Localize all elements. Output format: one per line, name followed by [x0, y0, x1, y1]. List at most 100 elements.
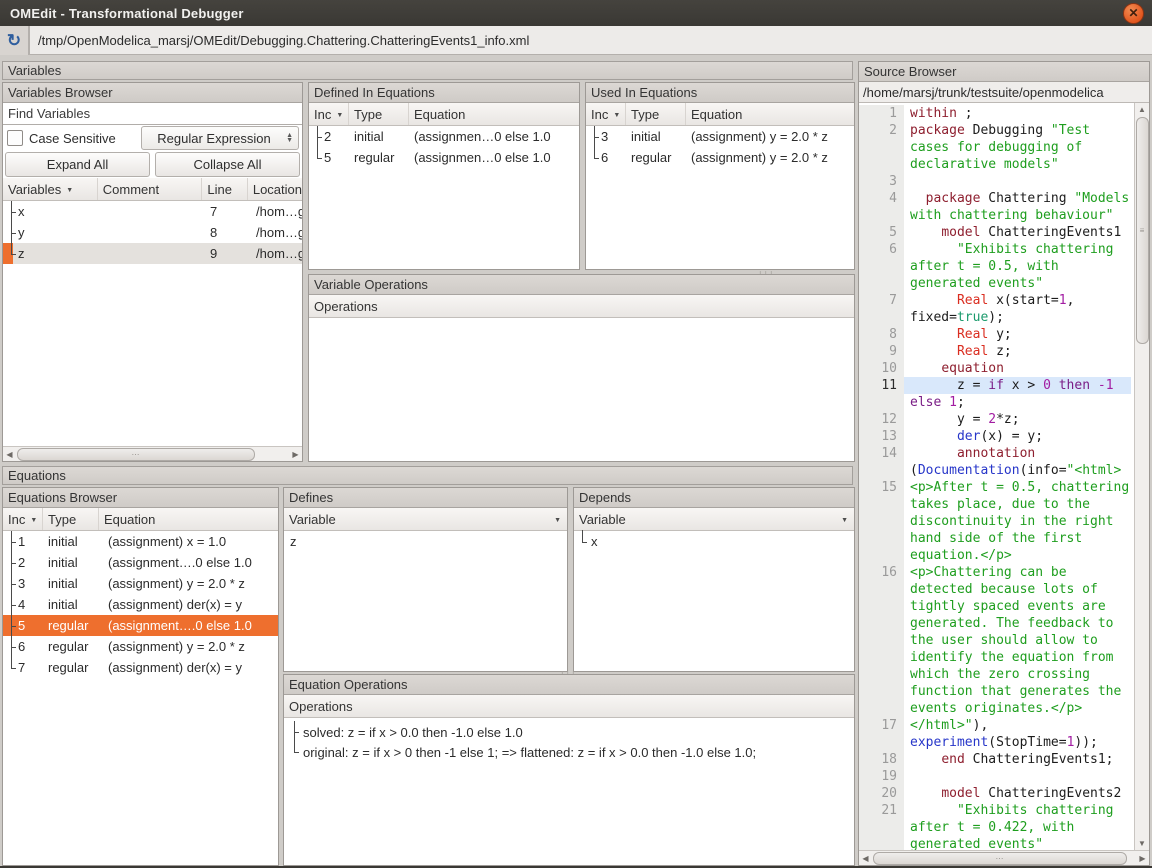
- code-token: );: [988, 310, 1004, 325]
- depends-row[interactable]: x: [574, 531, 854, 552]
- type-cell: initial: [43, 531, 103, 552]
- code-token: 2: [988, 412, 996, 427]
- source-line[interactable]: 4 package Chattering "Models with chatte…: [859, 190, 1134, 224]
- code-token: [910, 293, 957, 308]
- source-line[interactable]: 10 equation: [859, 360, 1134, 377]
- source-line[interactable]: 3: [859, 173, 1134, 190]
- info-xml-path-field[interactable]: /tmp/OpenModelica_marsj/OMEdit/Debugging…: [29, 26, 1152, 55]
- source-line[interactable]: 15<p>After t = 0.5, chattering takes pla…: [859, 479, 1134, 564]
- code-token: [910, 429, 957, 444]
- close-icon: ✕: [1128, 7, 1138, 19]
- source-line[interactable]: 14 annotation (Documentation(info="<html…: [859, 445, 1134, 479]
- scroll-down-icon[interactable]: ▼: [1135, 837, 1149, 850]
- source-line[interactable]: 11 z = if x > 0 then -1: [859, 377, 1134, 394]
- equations-table-header[interactable]: Inc▼ Type Equation: [3, 508, 278, 531]
- equation-operations-header[interactable]: Operations: [284, 695, 854, 718]
- scrollbar-thumb[interactable]: ⋯: [873, 852, 1127, 865]
- variable-location-cell: /hom…g.: [251, 243, 302, 264]
- tree-connector-icon: [311, 147, 324, 168]
- index-cell: 5: [3, 615, 43, 636]
- operation-row[interactable]: solved: z = if x > 0.0 then -1.0 else 1.…: [284, 722, 854, 742]
- source-line[interactable]: 1within ;: [859, 105, 1134, 122]
- source-line[interactable]: 21 "Exhibits chattering after t = 0.422,…: [859, 802, 1134, 850]
- source-horizontal-scrollbar[interactable]: ◀ ▶ ⋯: [859, 850, 1149, 865]
- code-token: Documentation: [918, 463, 1020, 478]
- workspace: Variables Variables Browser Case Sensiti…: [0, 55, 1152, 868]
- scroll-right-icon[interactable]: ▶: [1136, 851, 1149, 865]
- scroll-up-icon[interactable]: ▲: [1135, 103, 1149, 116]
- operation-row[interactable]: original: z = if x > 0 then -1 else 1; =…: [284, 742, 854, 762]
- source-line[interactable]: 17</html>"), experiment(StopTime=1));: [859, 717, 1134, 751]
- code-token: </html>": [910, 718, 973, 733]
- scroll-left-icon[interactable]: ◀: [3, 447, 16, 461]
- scroll-left-icon[interactable]: ◀: [859, 851, 872, 865]
- close-button[interactable]: ✕: [1123, 3, 1144, 24]
- reload-button[interactable]: ↻: [0, 26, 29, 55]
- row-index: 1: [18, 534, 25, 549]
- source-line[interactable]: else 1;: [859, 394, 1134, 411]
- collapse-all-button[interactable]: Collapse All: [155, 152, 300, 177]
- source-line[interactable]: 19: [859, 768, 1134, 785]
- code-token: [910, 191, 926, 206]
- equation-operations-body: solved: z = if x > 0.0 then -1.0 else 1.…: [284, 718, 854, 762]
- case-sensitive-checkbox[interactable]: [7, 130, 23, 146]
- scrollbar-thumb[interactable]: ≡: [1136, 117, 1149, 344]
- defines-header[interactable]: Variable▼: [284, 508, 567, 531]
- index-cell: 6: [3, 636, 43, 657]
- scroll-right-icon[interactable]: ▶: [289, 447, 302, 461]
- equation-row[interactable]: 7regular(assignment) der(x) = y: [3, 657, 278, 678]
- source-vertical-scrollbar[interactable]: ▲ ▼ ≡: [1134, 103, 1149, 850]
- equation-row[interactable]: 2initial(assignment….0 else 1.0: [3, 552, 278, 573]
- source-line[interactable]: 8 Real y;: [859, 326, 1134, 343]
- source-line[interactable]: 18 end ChatteringEvents1;: [859, 751, 1134, 768]
- match-mode-select[interactable]: Regular Expression ▲▼: [141, 126, 299, 150]
- equation-row[interactable]: 6regular(assignment) y = 2.0 * z: [3, 636, 278, 657]
- used-in-row[interactable]: 6regular(assignment) y = 2.0 * z: [586, 147, 854, 168]
- equation-row[interactable]: 5regular(assignment….0 else 1.0: [3, 615, 278, 636]
- source-line[interactable]: 5 model ChatteringEvents1: [859, 224, 1134, 241]
- toolbar: ↻ /tmp/OpenModelica_marsj/OMEdit/Debuggi…: [0, 26, 1152, 56]
- source-line[interactable]: 6 "Exhibits chattering after t = 0.5, wi…: [859, 241, 1134, 292]
- source-line[interactable]: 16<p>Chattering can be detected because …: [859, 564, 1134, 717]
- code-token: ChatteringEvents1: [980, 225, 1121, 240]
- find-variables-input[interactable]: [3, 103, 302, 125]
- equation-row[interactable]: 3initial(assignment) y = 2.0 * z: [3, 573, 278, 594]
- tree-connector-icon: [5, 573, 18, 594]
- index-cell: 2: [309, 126, 349, 147]
- source-line[interactable]: 20 model ChatteringEvents2: [859, 785, 1134, 802]
- defined-in-row[interactable]: 2initial(assignmen…0 else 1.0: [309, 126, 579, 147]
- equation-cell: (assignment) y = 2.0 * z: [686, 126, 854, 147]
- used-in-table-header[interactable]: Inc▼ Type Equation: [586, 103, 854, 126]
- expand-all-button[interactable]: Expand All: [5, 152, 150, 177]
- equation-row[interactable]: 4initial(assignment) der(x) = y: [3, 594, 278, 615]
- defines-row[interactable]: z: [284, 531, 567, 552]
- variables-table-header[interactable]: Variables▼ Comment Line Location: [3, 178, 302, 201]
- source-line[interactable]: 2package Debugging "Test cases for debug…: [859, 122, 1134, 173]
- row-index: 3: [18, 576, 25, 591]
- line-number: 17: [859, 717, 904, 751]
- row-index: 2: [324, 129, 331, 144]
- variable-operations-header[interactable]: Operations: [309, 295, 854, 318]
- source-line[interactable]: 12 y = 2*z;: [859, 411, 1134, 428]
- code-token: [910, 446, 957, 461]
- source-line[interactable]: 9 Real z;: [859, 343, 1134, 360]
- line-number: 2: [859, 122, 904, 173]
- equation-row[interactable]: 1initial(assignment) x = 1.0: [3, 531, 278, 552]
- title-bar[interactable]: OMEdit - Transformational Debugger ✕: [0, 0, 1152, 26]
- variable-row[interactable]: y8/hom…g.: [3, 222, 302, 243]
- scrollbar-thumb[interactable]: ⋯: [17, 448, 255, 461]
- source-line[interactable]: 13 der(x) = y;: [859, 428, 1134, 445]
- variables-horizontal-scrollbar[interactable]: ◀ ▶ ⋯: [3, 446, 302, 461]
- variable-row[interactable]: x7/hom…g.: [3, 201, 302, 222]
- line-code: Real z;: [904, 343, 1131, 360]
- source-line[interactable]: 7 Real x(start=1, fixed=true);: [859, 292, 1134, 326]
- used-in-row[interactable]: 3initial(assignment) y = 2.0 * z: [586, 126, 854, 147]
- code-token: annotation: [957, 446, 1035, 461]
- sort-indicator-icon: ▼: [336, 112, 343, 119]
- variable-row[interactable]: z9/hom…g.: [3, 243, 302, 264]
- line-code: package Chattering "Models with chatteri…: [904, 190, 1131, 224]
- depends-header[interactable]: Variable▼: [574, 508, 854, 531]
- defined-in-table-header[interactable]: Inc▼ Type Equation: [309, 103, 579, 126]
- defined-in-row[interactable]: 5regular(assignmen…0 else 1.0: [309, 147, 579, 168]
- sort-indicator-icon: ▼: [66, 187, 73, 194]
